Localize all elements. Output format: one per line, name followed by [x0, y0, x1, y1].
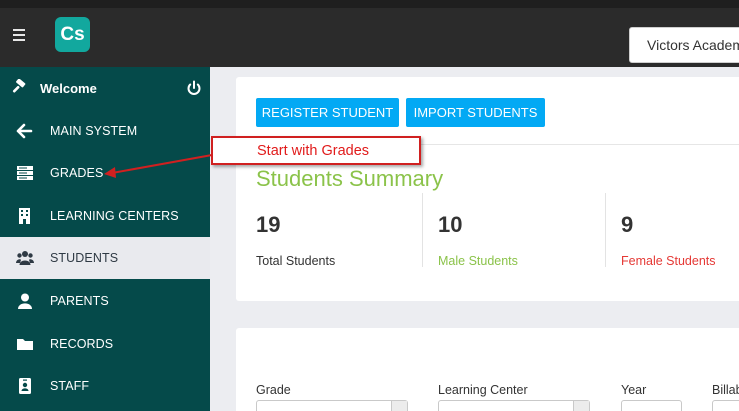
stat-total: 19 Total Students — [256, 212, 335, 268]
stat-value: 19 — [256, 212, 281, 237]
gavel-icon — [12, 79, 26, 93]
stat-divider — [422, 193, 423, 267]
stat-value: 9 — [621, 212, 634, 237]
sidebar-item-label: RECORDS — [50, 337, 114, 351]
id-badge-icon — [19, 378, 31, 394]
students-summary-card: REGISTER STUDENT IMPORT STUDENTS Student… — [236, 77, 739, 301]
stat-label: Female Students — [621, 254, 716, 268]
sidebar-item-staff[interactable]: STAFF — [0, 365, 210, 407]
grade-label: Grade — [256, 383, 291, 397]
chevron-down-icon — [391, 401, 407, 411]
sidebar-item-label: STUDENTS — [50, 251, 119, 265]
sidebar-welcome: Welcome — [0, 67, 210, 110]
building-icon — [19, 208, 30, 224]
users-icon — [16, 251, 34, 265]
power-icon[interactable] — [186, 80, 202, 96]
app-logo[interactable]: Cs — [55, 17, 90, 52]
sidebar-item-parents[interactable]: PARENTS — [0, 280, 210, 322]
learning-center-select[interactable] — [438, 400, 590, 411]
arrow-left-icon — [16, 123, 33, 139]
register-student-button[interactable]: REGISTER STUDENT — [256, 98, 399, 127]
grade-select[interactable] — [256, 400, 408, 411]
billable-label: Billab — [712, 383, 739, 397]
stat-label: Male Students — [438, 254, 518, 268]
school-selector[interactable]: Victors Academy — [629, 27, 739, 63]
summary-title: Students Summary — [256, 166, 444, 191]
menu-icon[interactable] — [13, 29, 25, 41]
sidebar-item-students[interactable]: STUDENTS — [0, 237, 210, 279]
sidebar-item-learning-centers[interactable]: LEARNING CENTERS — [0, 195, 210, 237]
stat-female: 9 Female Students — [621, 212, 716, 268]
stat-divider — [605, 193, 606, 267]
welcome-label: Welcome — [40, 81, 97, 96]
stat-value: 10 — [438, 212, 463, 237]
server-icon — [17, 166, 33, 180]
sidebar-item-main-system[interactable]: MAIN SYSTEM — [0, 110, 210, 152]
sidebar-item-grades[interactable]: GRADES — [0, 152, 210, 194]
billable-select[interactable] — [712, 400, 739, 411]
year-label: Year — [621, 383, 647, 397]
sidebar-item-label: PARENTS — [50, 294, 109, 308]
sidebar-item-label: GRADES — [50, 166, 104, 180]
sidebar-item-label: STAFF — [50, 379, 90, 393]
year-input[interactable] — [621, 400, 682, 411]
chevron-down-icon — [573, 401, 589, 411]
filters-card: Grade Learning Center Year Billab — [236, 328, 739, 411]
stat-label: Total Students — [256, 254, 336, 268]
top-bar: Cs Victors Academy — [0, 0, 739, 67]
annotation-text: Start with Grades — [257, 143, 370, 159]
folder-icon — [17, 339, 33, 350]
learning-center-label: Learning Center — [438, 383, 528, 397]
stat-male: 10 Male Students — [438, 212, 518, 268]
sidebar: Welcome MAIN SYSTEM GRADES LEARNING CENT… — [0, 67, 210, 411]
sidebar-item-label: MAIN SYSTEM — [50, 124, 138, 138]
import-students-button[interactable]: IMPORT STUDENTS — [406, 98, 545, 127]
annotation-callout: Start with Grades — [211, 136, 421, 165]
sidebar-item-records[interactable]: RECORDS — [0, 323, 210, 365]
sidebar-item-label: LEARNING CENTERS — [50, 209, 179, 223]
user-icon — [18, 293, 32, 309]
